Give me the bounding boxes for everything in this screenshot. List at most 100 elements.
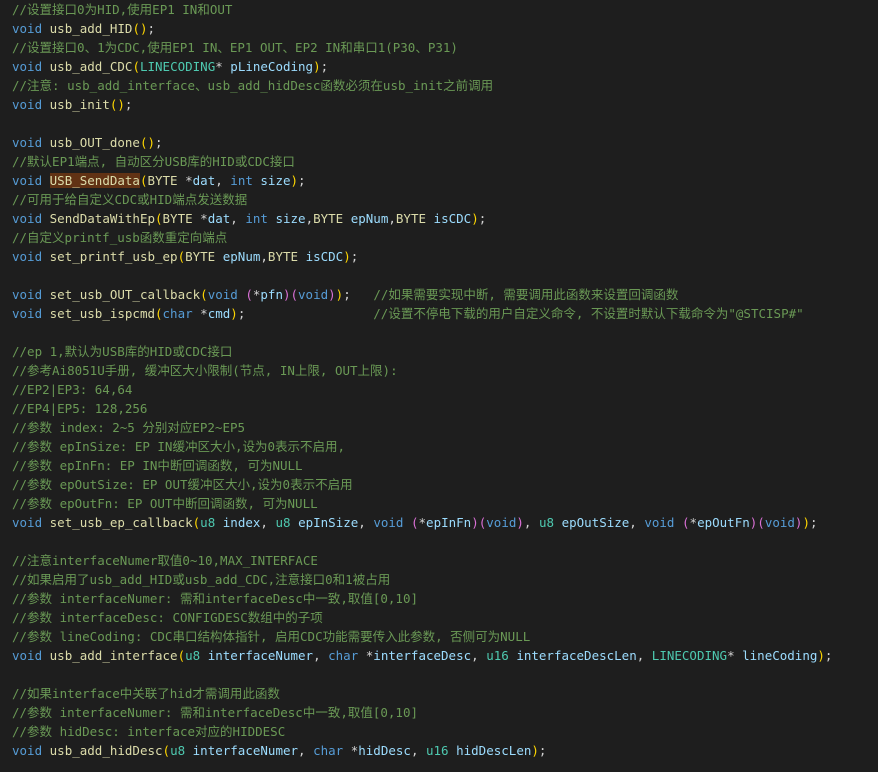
- code-token-bracket: ): [313, 59, 321, 74]
- code-line[interactable]: //参数 interfaceNumer: 需和interfaceDesc中一致,…: [12, 589, 878, 608]
- code-line[interactable]: //参数 epInFn: EP IN中断回调函数, 可为NULL: [12, 456, 878, 475]
- code-token-punctuation: [42, 743, 50, 758]
- code-line[interactable]: [12, 323, 878, 342]
- code-line[interactable]: void set_usb_OUT_callback(void (*pfn)(vo…: [12, 285, 878, 304]
- code-line[interactable]: //参考Ai8051U手册, 缓冲区大小限制(节点, IN上限, OUT上限):: [12, 361, 878, 380]
- code-token-comment: //设置不停电下载的用户自定义命令, 不设置时默认下载命令为"@STCISP#": [373, 306, 804, 321]
- code-token-punctuation: [42, 515, 50, 530]
- code-token-search-highlight: USB_SendData: [49, 173, 140, 188]
- code-line[interactable]: void USB_SendData(BYTE *dat, int size);: [12, 171, 878, 190]
- code-token-punctuation: ;: [824, 648, 833, 663]
- code-line[interactable]: void SendDataWithEp(BYTE *dat, int size,…: [12, 209, 878, 228]
- code-token-comment: //设置接口0为HID,使用EP1 IN和OUT: [12, 2, 233, 17]
- code-token-parameter: hidDesc: [358, 743, 411, 758]
- code-line[interactable]: //如果interface中关联了hid才需调用此函数: [12, 684, 878, 703]
- code-line[interactable]: void set_usb_ispcmd(char *cmd); //设置不停电下…: [12, 304, 878, 323]
- code-token-punctuation: ;: [155, 135, 163, 150]
- code-line[interactable]: //参数 epOutFn: EP OUT中断回调函数, 可为NULL: [12, 494, 878, 513]
- code-token-punctuation: ,: [305, 211, 314, 226]
- code-token-punctuation: *: [418, 515, 427, 530]
- code-token-keyword: void: [12, 306, 43, 321]
- code-token-punctuation: ,: [523, 515, 539, 530]
- code-token-punctuation: *: [727, 648, 743, 663]
- code-token-bracket: (: [200, 287, 208, 302]
- code-token-bracket: ): [471, 515, 479, 530]
- code-token-function-name: set_printf_usb_ep: [49, 249, 178, 264]
- code-line[interactable]: //参数 epInSize: EP IN缓冲区大小,设为0表示不启用,: [12, 437, 878, 456]
- code-token-keyword: void: [12, 287, 43, 302]
- code-line[interactable]: //ep 1,默认为USB库的HID或CDC接口: [12, 342, 878, 361]
- code-token-punctuation: ,: [358, 515, 374, 530]
- code-line[interactable]: [12, 665, 878, 684]
- code-line[interactable]: //注意interfaceNumer取值0~10,MAX_INTERFACE: [12, 551, 878, 570]
- code-token-comment: //如果interface中关联了hid才需调用此函数: [12, 686, 280, 701]
- code-line[interactable]: [12, 114, 878, 133]
- code-line[interactable]: //设置接口0、1为CDC,使用EP1 IN、EP1 OUT、EP2 IN和串口…: [12, 38, 878, 57]
- code-line[interactable]: //参数 interfaceDesc: CONFIGDESC数组中的子项: [12, 608, 878, 627]
- code-line[interactable]: void usb_init();: [12, 95, 878, 114]
- code-token-type-name: u8: [185, 648, 201, 663]
- code-token-function-name: set_usb_ep_callback: [49, 515, 193, 530]
- code-line[interactable]: //参数 index: 2~5 分别对应EP2~EP5: [12, 418, 878, 437]
- code-token-parameter: index: [222, 515, 261, 530]
- code-line[interactable]: [12, 266, 878, 285]
- code-line[interactable]: //注意: usb_add_interface、usb_add_hidDesc函…: [12, 76, 878, 95]
- code-token-punctuation: ;: [478, 211, 487, 226]
- code-token-bracket: ): [230, 306, 238, 321]
- code-token-punctuation: ;: [809, 515, 818, 530]
- code-token-parameter: dat: [192, 173, 216, 188]
- code-token-comment: //参数 interfaceDesc: CONFIGDESC数组中的子项: [12, 610, 323, 625]
- code-token-parameter: pLineCoding: [230, 59, 314, 74]
- code-token-comment: //参数 epOutSize: EP OUT缓冲区大小,设为0表示不启用: [12, 477, 353, 492]
- code-token-punctuation: [42, 135, 50, 150]
- code-token-keyword: void: [298, 287, 329, 302]
- code-token-function-name: set_usb_OUT_callback: [49, 287, 201, 302]
- code-line[interactable]: void usb_add_interface(u8 interfaceNumer…: [12, 646, 878, 665]
- code-editor[interactable]: //设置接口0为HID,使用EP1 IN和OUT void usb_add_HID…: [0, 0, 878, 772]
- code-token-bracket: (: [177, 249, 186, 264]
- code-line[interactable]: void usb_OUT_done();: [12, 133, 878, 152]
- code-token-parameter: epInFn: [426, 515, 472, 530]
- code-line[interactable]: //如果启用了usb_add_HID或usb_add_CDC,注意接口0和1被占…: [12, 570, 878, 589]
- code-token-type-name: u8: [200, 515, 216, 530]
- code-token-punctuation: ,: [298, 743, 314, 758]
- code-line[interactable]: //EP4|EP5: 128,256: [12, 399, 878, 418]
- code-token-bracket: (: [757, 515, 765, 530]
- code-token-bracket: ): [328, 287, 336, 302]
- code-line[interactable]: //可用于给自定义CDC或HID端点发送数据: [12, 190, 878, 209]
- code-token-punctuation: [449, 743, 457, 758]
- code-token-punctuation: ,: [388, 211, 396, 226]
- code-token-keyword: void: [12, 21, 43, 36]
- code-line[interactable]: //自定义printf_usb函数重定向端点: [12, 228, 878, 247]
- code-line[interactable]: [12, 532, 878, 551]
- code-line[interactable]: void set_printf_usb_ep(BYTE epNum,BYTE i…: [12, 247, 878, 266]
- code-token-parameter: size: [275, 211, 306, 226]
- code-token-bracket: (: [290, 287, 299, 302]
- code-token-bracket: (: [245, 287, 253, 302]
- code-line[interactable]: //参数 interfaceNumer: 需和interfaceDesc中一致,…: [12, 703, 878, 722]
- code-token-keyword: void: [764, 515, 795, 530]
- code-token-punctuation: ,: [230, 211, 246, 226]
- code-token-punctuation: ,: [629, 515, 645, 530]
- code-line[interactable]: //参数 hidDesc: interface对应的HIDDESC: [12, 722, 878, 741]
- code-line[interactable]: //默认EP1端点, 自动区分USB库的HID或CDC接口: [12, 152, 878, 171]
- code-token-keyword: void: [207, 287, 238, 302]
- code-token-keyword: int: [245, 211, 268, 226]
- code-line[interactable]: void usb_add_HID();: [12, 19, 878, 38]
- code-line[interactable]: void usb_add_hidDesc(u8 interfaceNumer, …: [12, 741, 878, 760]
- code-line[interactable]: //参数 epOutSize: EP OUT缓冲区大小,设为0表示不启用: [12, 475, 878, 494]
- code-token-parameter: epNum: [350, 211, 389, 226]
- code-token-bracket: ): [802, 515, 810, 530]
- code-token-keyword: int: [230, 173, 253, 188]
- code-line[interactable]: void usb_add_CDC(LINECODING* pLineCoding…: [12, 57, 878, 76]
- code-token-comment: //参数 epInFn: EP IN中断回调函数, 可为NULL: [12, 458, 303, 473]
- code-line[interactable]: //EP2|EP3: 64,64: [12, 380, 878, 399]
- code-line[interactable]: //参数 lineCoding: CDC串口结构体指针, 启用CDC功能需要传入…: [12, 627, 878, 646]
- code-line[interactable]: void set_usb_ep_callback ( u8 index, u8 ep…: [12, 513, 878, 532]
- code-token-bracket: ): [531, 743, 539, 758]
- code-token-parameter: pfn: [260, 287, 283, 302]
- code-token-bracket: (: [155, 306, 163, 321]
- code-line[interactable]: //设置接口0为HID,使用EP1 IN和OUT: [12, 0, 878, 19]
- code-token-type-name: u8: [275, 515, 291, 530]
- code-token-type-name: u8: [170, 743, 186, 758]
